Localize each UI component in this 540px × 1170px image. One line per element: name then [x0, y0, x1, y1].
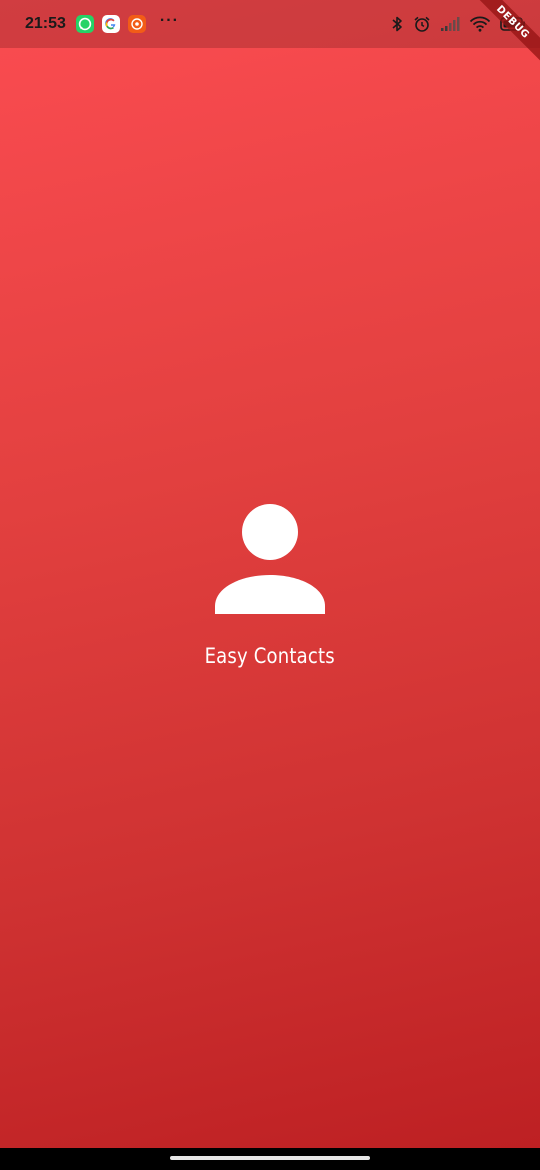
status-time: 21:53 [25, 15, 66, 32]
wifi-icon [469, 16, 491, 32]
status-bar: 21:53 ··· [0, 0, 540, 48]
app-title: Easy Contacts [204, 644, 336, 668]
bluetooth-icon [390, 15, 404, 33]
splash-screen: 21:53 ··· DEBUG Easy Contacts [0, 0, 540, 1170]
status-bar-left: 21:53 ··· [25, 0, 179, 48]
navigation-bar [0, 1148, 540, 1170]
status-bar-right [390, 0, 526, 48]
signal-icon [440, 16, 460, 32]
person-icon [214, 500, 326, 616]
more-notifications-indicator: ··· [159, 12, 179, 29]
whatsapp-icon [75, 15, 94, 33]
battery-icon [500, 17, 526, 31]
home-indicator[interactable] [170, 1156, 370, 1160]
app-notification-icon [127, 15, 146, 33]
alarm-icon [413, 15, 431, 33]
google-icon [101, 15, 120, 33]
splash-content: Easy Contacts [0, 500, 540, 668]
